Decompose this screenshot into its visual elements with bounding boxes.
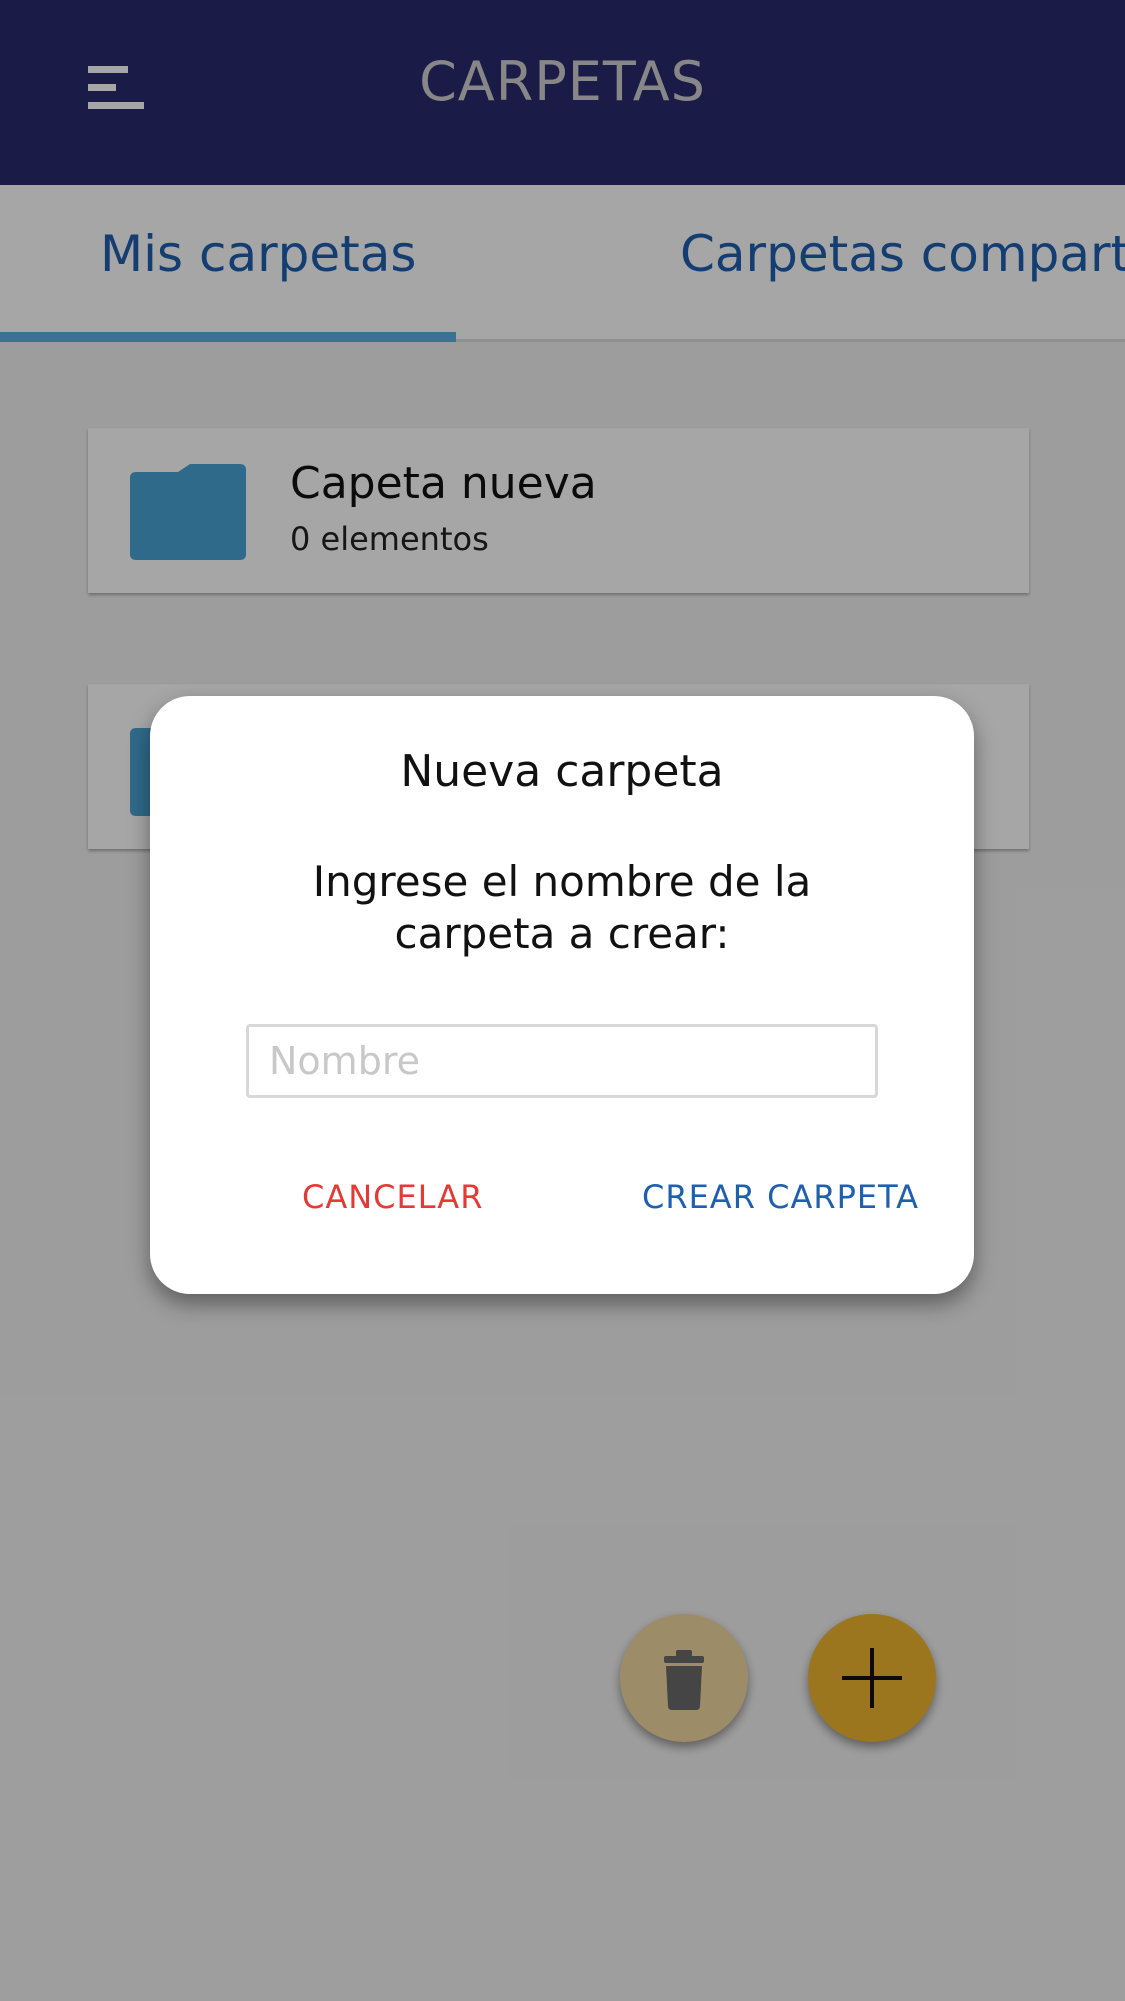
new-folder-dialog: Nueva carpeta Ingrese el nombre de la ca… (150, 696, 974, 1294)
cancel-button[interactable]: CANCELAR (302, 1178, 483, 1216)
app-root: CARPETAS Mis carpetas Carpetas comparti … (0, 0, 1125, 2001)
create-folder-button[interactable]: CREAR CARPETA (642, 1178, 919, 1216)
dialog-message: Ingrese el nombre de la carpeta a crear: (312, 857, 812, 958)
folder-name-input[interactable] (246, 1024, 878, 1098)
dialog-title: Nueva carpeta (400, 746, 724, 797)
